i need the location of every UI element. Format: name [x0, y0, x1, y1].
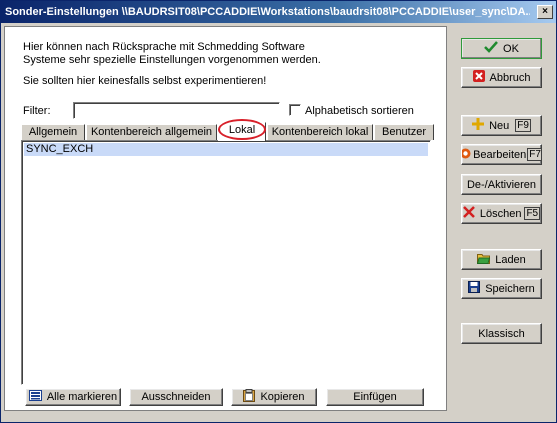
- action-sidebar: OK Abbruch Neu F9 Bearbeiten F7 De-/Akti…: [453, 26, 553, 411]
- alphabetic-sort-checkbox[interactable]: [289, 104, 301, 116]
- filter-input[interactable]: [73, 102, 280, 119]
- bearbeiten-button[interactable]: Bearbeiten F7: [461, 144, 542, 165]
- kopieren-button[interactable]: Kopieren: [231, 388, 317, 406]
- window-title: Sonder-Einstellungen \\BAUDRSIT08\PCCADD…: [5, 6, 530, 18]
- checkmark-icon: [484, 41, 498, 56]
- info-line-2: Systeme sehr spezielle Einstellungen vor…: [23, 54, 321, 66]
- loeschen-button[interactable]: Löschen F5: [461, 203, 542, 224]
- ok-label: OK: [503, 42, 519, 55]
- einfuegen-button[interactable]: Einfügen: [326, 388, 424, 406]
- tab-kontenbereich-allgemein[interactable]: Kontenbereich allgemein: [86, 124, 217, 140]
- warning-text: Sie sollten hier keinesfalls selbst expe…: [23, 75, 267, 87]
- select-all-icon: [28, 390, 42, 404]
- settings-list[interactable]: SYNC_EXCH: [21, 140, 431, 385]
- loeschen-label: Löschen: [479, 207, 522, 220]
- tab-lokal[interactable]: Lokal: [218, 122, 266, 141]
- kopieren-label: Kopieren: [260, 391, 305, 403]
- title-bar[interactable]: Sonder-Einstellungen \\BAUDRSIT08\PCCADD…: [1, 1, 556, 23]
- tab-kontenbereich-lokal[interactable]: Kontenbereich lokal: [267, 124, 373, 140]
- tab-label: Allgemein: [28, 126, 78, 138]
- list-item[interactable]: SYNC_EXCH: [24, 143, 428, 156]
- folder-open-icon: [477, 253, 491, 267]
- cancel-x-icon: [472, 70, 485, 85]
- alphabetic-sort-label: Alphabetisch sortieren: [305, 105, 414, 117]
- info-text: Hier können nach Rücksprache mit Schmedd…: [23, 41, 321, 67]
- tab-strip: Allgemein Kontenbereich allgemein Lokal …: [21, 119, 446, 141]
- ausschneiden-button[interactable]: Ausschneiden: [129, 388, 223, 406]
- laden-label: Laden: [495, 253, 526, 266]
- neu-shortcut-key: F9: [515, 119, 531, 132]
- neu-button[interactable]: Neu F9: [461, 115, 542, 136]
- einfuegen-label: Einfügen: [353, 391, 397, 403]
- ausschneiden-label: Ausschneiden: [141, 391, 211, 403]
- tab-label: Kontenbereich allgemein: [90, 126, 213, 138]
- laden-button[interactable]: Laden: [461, 249, 542, 270]
- bearbeiten-shortcut-key: F7: [527, 148, 541, 161]
- loeschen-shortcut-key: F5: [524, 207, 541, 220]
- speichern-label: Speichern: [485, 282, 535, 295]
- clipboard-icon: [243, 389, 256, 405]
- edit-icon: [462, 148, 471, 162]
- close-button[interactable]: ×: [537, 5, 553, 19]
- plus-icon: [472, 118, 485, 133]
- deaktivieren-button[interactable]: De-/Aktivieren: [461, 174, 542, 195]
- speichern-button[interactable]: Speichern: [461, 278, 542, 299]
- tab-benutzer[interactable]: Benutzer: [374, 124, 434, 140]
- bottom-toolbar: Alle markieren Ausschneiden Kopieren Ein…: [21, 388, 446, 406]
- tab-label: Benutzer: [381, 126, 427, 138]
- abbruch-label: Abbruch: [489, 71, 531, 84]
- alle-markieren-label: Alle markieren: [46, 391, 118, 403]
- abbruch-button[interactable]: Abbruch: [461, 67, 542, 88]
- ok-button[interactable]: OK: [461, 38, 542, 59]
- tab-label: Lokal: [228, 124, 256, 136]
- info-line-1: Hier können nach Rücksprache mit Schmedd…: [23, 41, 305, 53]
- tab-allgemein[interactable]: Allgemein: [21, 124, 85, 140]
- settings-window: Sonder-Einstellungen \\BAUDRSIT08\PCCADD…: [0, 0, 557, 423]
- filter-label: Filter:: [23, 105, 51, 117]
- bearbeiten-label: Bearbeiten: [473, 148, 527, 161]
- alle-markieren-button[interactable]: Alle markieren: [25, 388, 121, 406]
- delete-x-icon: [462, 206, 475, 221]
- tab-label: Kontenbereich lokal: [271, 126, 369, 138]
- floppy-disk-icon: [468, 281, 481, 296]
- klassisch-label: Klassisch: [478, 327, 525, 340]
- neu-label: Neu: [489, 119, 510, 132]
- klassisch-button[interactable]: Klassisch: [461, 323, 542, 344]
- main-panel: Hier können nach Rücksprache mit Schmedd…: [4, 26, 447, 411]
- deaktivieren-label: De-/Aktivieren: [466, 178, 537, 191]
